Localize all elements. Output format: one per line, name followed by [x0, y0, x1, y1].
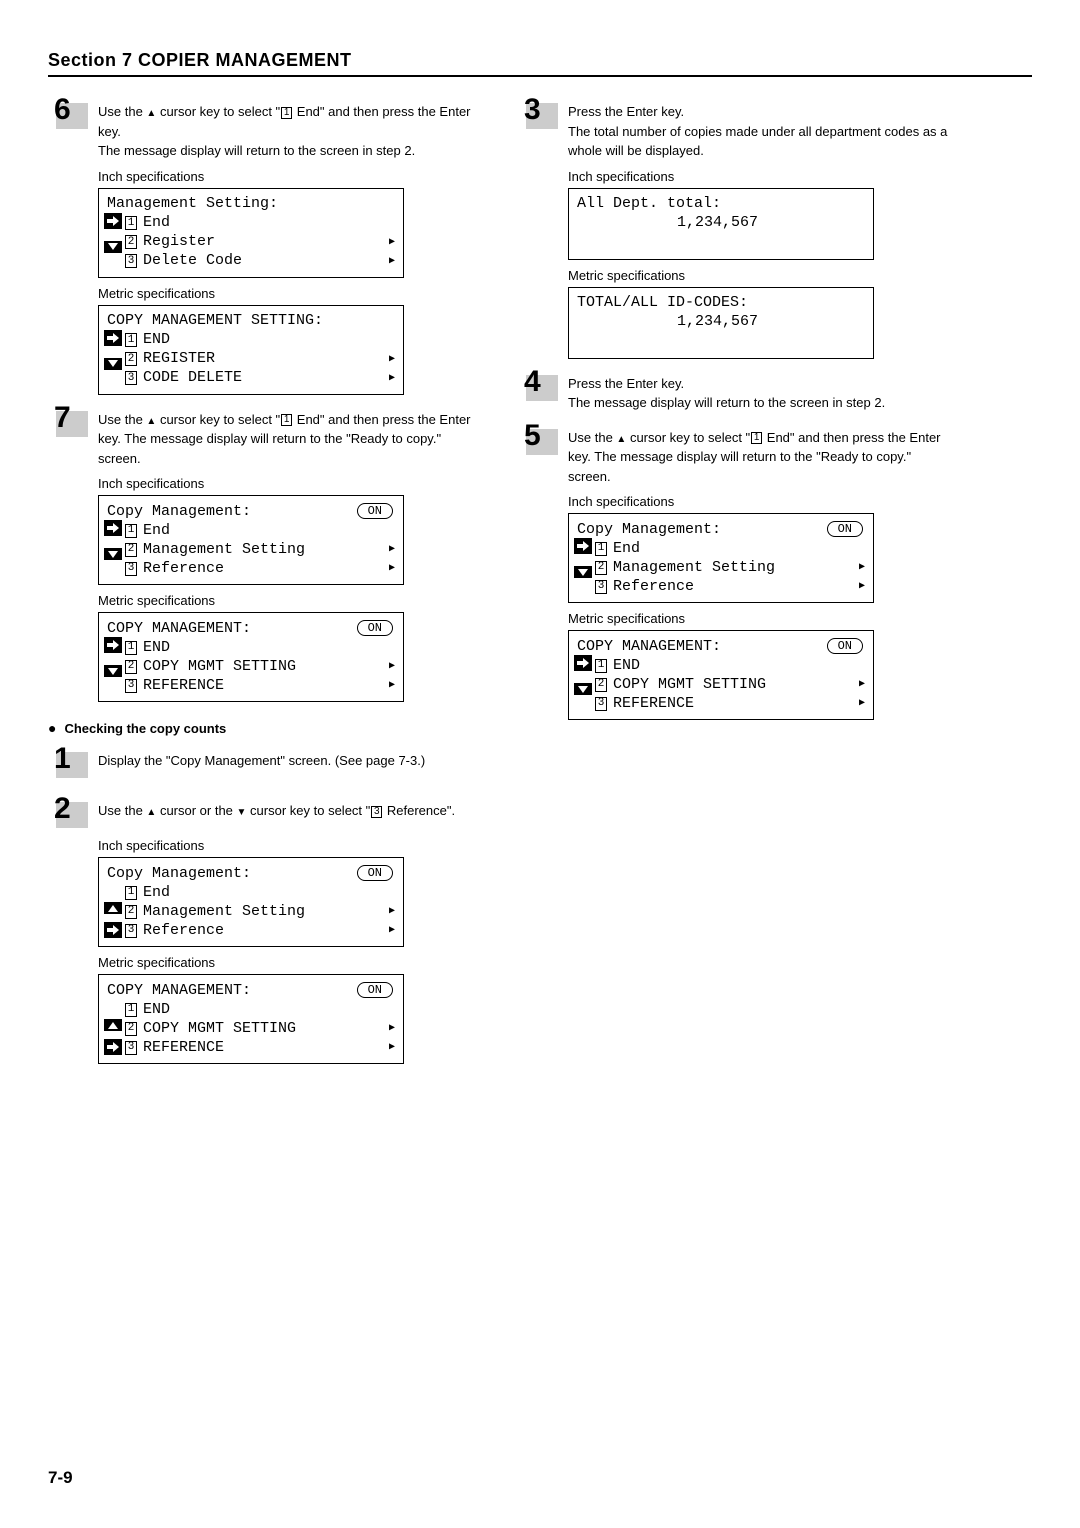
- submenu-arrow-icon: ▶: [389, 660, 395, 673]
- up-triangle-icon: [146, 104, 156, 119]
- step-5: 5 Use the cursor key to select "1 End" a…: [518, 425, 948, 487]
- cursor-indicator: [104, 1019, 122, 1055]
- metric-label: Metric specifications: [98, 955, 478, 970]
- cursor-indicator: [104, 902, 122, 938]
- step-number: 3: [524, 93, 541, 127]
- step-text: Display the "Copy Management" screen. (S…: [98, 751, 478, 771]
- step-2: 2 Use the cursor or the cursor key to se…: [48, 798, 478, 830]
- submenu-arrow-icon: ▶: [389, 236, 395, 249]
- submenu-arrow-icon: ▶: [859, 580, 865, 593]
- submenu-arrow-icon: ▶: [389, 1041, 395, 1054]
- section-title: Section 7 COPIER MANAGEMENT: [48, 50, 352, 71]
- submenu-arrow-icon: ▶: [859, 697, 865, 710]
- step-7: 7 Use the cursor key to select "1 End" a…: [48, 407, 478, 469]
- submenu-arrow-icon: ▶: [389, 905, 395, 918]
- submenu-arrow-icon: ▶: [389, 372, 395, 385]
- display-copy-mgmt-inch: ON Copy Management: 1End 2Management Set…: [98, 495, 404, 585]
- step-text: Press the Enter key. The message display…: [568, 374, 948, 413]
- on-badge: ON: [357, 982, 393, 998]
- step-number-box: 5: [518, 425, 558, 457]
- cursor-indicator: [104, 330, 122, 370]
- cursor-indicator: [104, 213, 122, 253]
- step-6: 6 Use the cursor key to select "1 End" a…: [48, 99, 478, 161]
- submenu-arrow-icon: ▶: [389, 353, 395, 366]
- step-number: 5: [524, 419, 541, 453]
- step-text: Use the cursor key to select "1 End" and…: [568, 428, 948, 487]
- inline-box-3: 3: [371, 806, 382, 818]
- cursor-indicator: [104, 637, 122, 677]
- step-number-box: 6: [48, 99, 88, 131]
- down-triangle-icon: [237, 803, 247, 818]
- step-text: Press the Enter key. The total number of…: [568, 102, 948, 161]
- step-number: 2: [54, 792, 71, 826]
- step-text: Use the cursor key to select "1 End" and…: [98, 410, 478, 469]
- step-number: 1: [54, 742, 71, 776]
- step-number-box: 2: [48, 798, 88, 830]
- section-header: Section 7 COPIER MANAGEMENT: [48, 50, 1032, 77]
- display-mgmt-setting-metric: COPY MANAGEMENT SETTING: 1END 2REGISTER▶…: [98, 305, 404, 395]
- submenu-arrow-icon: ▶: [389, 679, 395, 692]
- inch-label: Inch specifications: [98, 169, 478, 184]
- up-triangle-icon: [146, 803, 156, 818]
- metric-label: Metric specifications: [98, 593, 478, 608]
- display-all-dept-total-inch: All Dept. total: 1,234,567: [568, 188, 874, 260]
- step-number: 7: [54, 401, 71, 435]
- on-badge: ON: [357, 620, 393, 636]
- inch-label: Inch specifications: [568, 169, 948, 184]
- step-text: Use the cursor or the cursor key to sele…: [98, 801, 478, 821]
- inline-box-1: 1: [281, 414, 292, 426]
- inch-label: Inch specifications: [568, 494, 948, 509]
- page-number: 7-9: [48, 1468, 73, 1488]
- step-number: 6: [54, 93, 71, 127]
- cursor-indicator: [574, 538, 592, 578]
- display-mgmt-setting-inch: Management Setting: 1End 2Register▶ 3Del…: [98, 188, 404, 278]
- bullet-icon: ●: [48, 720, 56, 736]
- inline-box-1: 1: [751, 432, 762, 444]
- inline-box-1: 1: [281, 107, 292, 119]
- step-1: 1 Display the "Copy Management" screen. …: [48, 748, 478, 780]
- submenu-arrow-icon: ▶: [389, 543, 395, 556]
- submenu-arrow-icon: ▶: [389, 1022, 395, 1035]
- display-copy-mgmt-metric: ON COPY MANAGEMENT: 1END 2COPY MGMT SETT…: [98, 612, 404, 702]
- up-triangle-icon: [616, 430, 626, 445]
- submenu-arrow-icon: ▶: [389, 255, 395, 268]
- cursor-indicator: [574, 655, 592, 695]
- metric-label: Metric specifications: [568, 611, 948, 626]
- submenu-arrow-icon: ▶: [859, 678, 865, 691]
- on-badge: ON: [827, 638, 863, 654]
- display-copy-mgmt-metric-5: ON COPY MANAGEMENT: 1END 2COPY MGMT SETT…: [568, 630, 874, 720]
- step-3: 3 Press the Enter key. The total number …: [518, 99, 948, 161]
- metric-label: Metric specifications: [98, 286, 478, 301]
- display-copy-mgmt-ref-metric: ON COPY MANAGEMENT: 1END 2COPY MGMT SETT…: [98, 974, 404, 1064]
- step-number-box: 1: [48, 748, 88, 780]
- step-number-box: 4: [518, 371, 558, 403]
- step-number: 4: [524, 365, 541, 399]
- display-copy-mgmt-ref-inch: ON Copy Management: 1End 2Management Set…: [98, 857, 404, 947]
- display-copy-mgmt-inch-5: ON Copy Management: 1End 2Management Set…: [568, 513, 874, 603]
- submenu-arrow-icon: ▶: [859, 561, 865, 574]
- metric-label: Metric specifications: [568, 268, 948, 283]
- submenu-arrow-icon: ▶: [389, 924, 395, 937]
- submenu-arrow-icon: ▶: [389, 562, 395, 575]
- step-4: 4 Press the Enter key. The message displ…: [518, 371, 948, 413]
- display-all-dept-total-metric: TOTAL/ALL ID-CODES: 1,234,567: [568, 287, 874, 359]
- on-badge: ON: [357, 865, 393, 881]
- step-text: Use the cursor key to select "1 End" and…: [98, 102, 478, 161]
- step-number-box: 3: [518, 99, 558, 131]
- step-number-box: 7: [48, 407, 88, 439]
- on-badge: ON: [827, 521, 863, 537]
- up-triangle-icon: [146, 412, 156, 427]
- inch-label: Inch specifications: [98, 838, 478, 853]
- inch-label: Inch specifications: [98, 476, 478, 491]
- on-badge: ON: [357, 503, 393, 519]
- subheading-checking-counts: ● Checking the copy counts: [48, 720, 478, 736]
- cursor-indicator: [104, 520, 122, 560]
